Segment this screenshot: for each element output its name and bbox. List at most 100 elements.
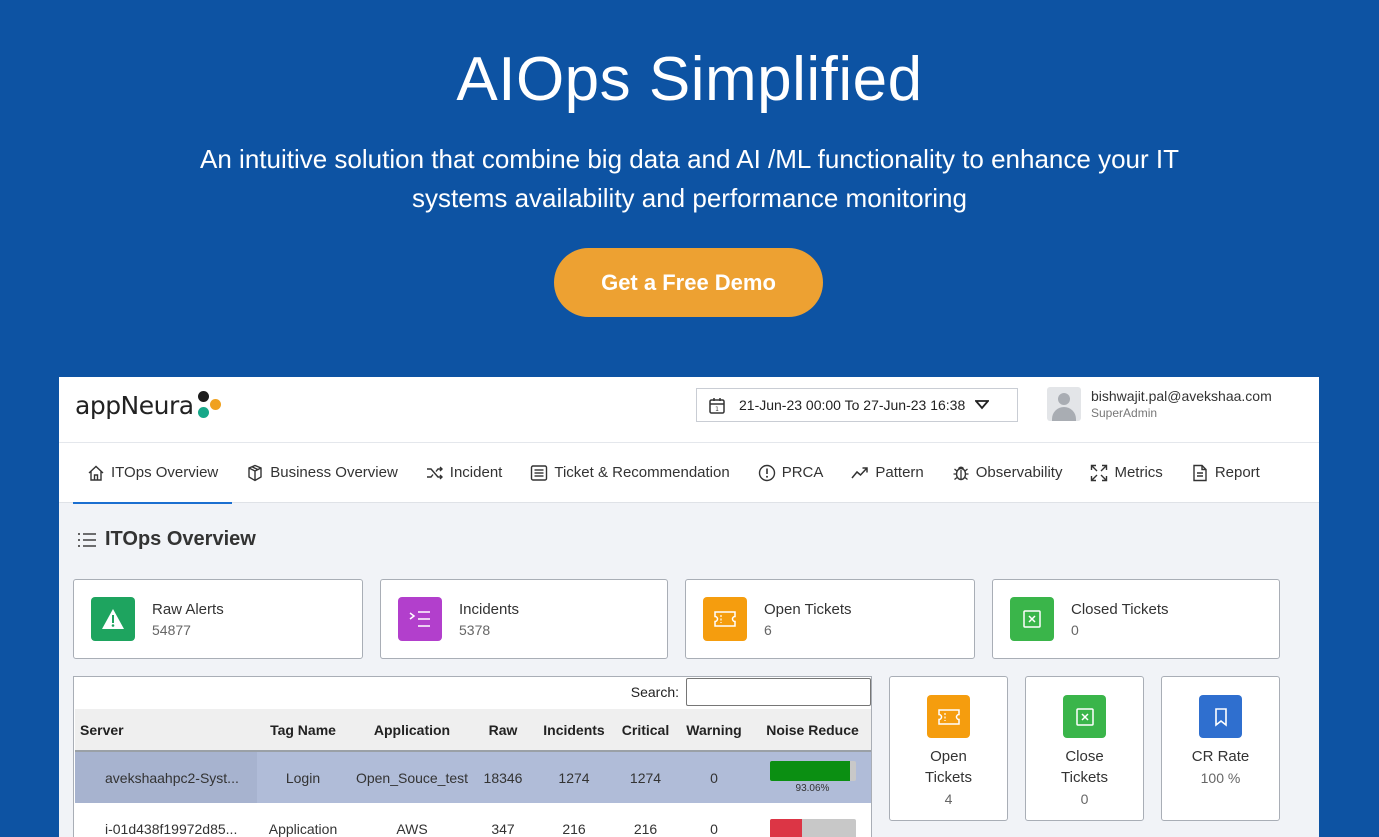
mini-card-close-tickets[interactable]: Close Tickets 0 bbox=[1025, 676, 1144, 821]
close-box-icon bbox=[1063, 695, 1106, 738]
stat-value: 5378 bbox=[459, 621, 491, 638]
tab-label: PRCA bbox=[781, 464, 824, 481]
main-nav: ITOps Overview Business Overview Inciden… bbox=[59, 443, 1319, 504]
top-bar: appNeura 1 21-Jun-23 00:00 To 27-Jun-23 … bbox=[59, 377, 1319, 443]
cell-application: Open_Souce_test bbox=[349, 751, 475, 803]
table-row[interactable]: avekshaahpc2-Syst... Login Open_Souce_te… bbox=[75, 751, 871, 803]
stat-value: 54877 bbox=[152, 621, 191, 638]
logo[interactable]: appNeura bbox=[75, 389, 226, 421]
svg-text:1: 1 bbox=[715, 406, 719, 413]
stat-card-incidents[interactable]: Incidents 5378 bbox=[380, 579, 668, 659]
mini-card-open-tickets[interactable]: Open Tickets 4 bbox=[889, 676, 1008, 821]
tab-prca[interactable]: PRCA bbox=[744, 443, 838, 503]
stat-label: Raw Alerts bbox=[152, 600, 224, 618]
cell-tag: Application bbox=[268, 821, 338, 837]
tab-label: Incident bbox=[449, 464, 503, 481]
stat-card-raw-alerts[interactable]: Raw Alerts 54877 bbox=[73, 579, 363, 659]
tab-itops-overview[interactable]: ITOps Overview bbox=[73, 443, 233, 504]
stat-card-open-tickets[interactable]: Open Tickets 6 bbox=[685, 579, 975, 659]
logo-dots-icon bbox=[196, 389, 226, 421]
bookmark-icon bbox=[1199, 695, 1242, 738]
cell-raw: 18346 bbox=[475, 751, 531, 803]
file-icon bbox=[1193, 464, 1207, 481]
list-bullets-icon bbox=[78, 532, 96, 547]
tab-label: Pattern bbox=[875, 464, 924, 481]
mini-label: Close bbox=[1065, 748, 1104, 765]
noise-progress-bar bbox=[769, 819, 856, 837]
mini-card-cr-rate[interactable]: CR Rate 100 % bbox=[1161, 676, 1280, 821]
search-input[interactable] bbox=[686, 678, 871, 706]
table-search: Search: bbox=[631, 678, 871, 706]
cell-server: avekshaahpc2-Syst... bbox=[75, 751, 257, 803]
tab-report[interactable]: Report bbox=[1177, 443, 1274, 503]
tab-ticket-recommendation[interactable]: Ticket & Recommendation bbox=[516, 443, 743, 503]
mini-value: 100 % bbox=[1200, 770, 1241, 786]
tab-incident[interactable]: Incident bbox=[412, 443, 517, 503]
home-icon bbox=[88, 465, 104, 481]
column-header-server[interactable]: Server bbox=[75, 709, 257, 752]
ticket-icon bbox=[927, 695, 970, 738]
stat-card-closed-tickets[interactable]: Closed Tickets 0 bbox=[992, 579, 1280, 659]
noise-progress-fill bbox=[769, 761, 850, 781]
box-icon bbox=[248, 464, 262, 481]
noise-progress-fill bbox=[769, 819, 803, 837]
stat-label: Closed Tickets bbox=[1071, 600, 1169, 618]
tab-label: Business Overview bbox=[270, 464, 398, 481]
expand-icon bbox=[1091, 464, 1108, 481]
tab-metrics[interactable]: Metrics bbox=[1076, 443, 1176, 503]
column-header-critical[interactable]: Critical bbox=[617, 709, 674, 752]
mini-label: Open bbox=[930, 748, 967, 765]
column-header-incidents[interactable]: Incidents bbox=[531, 709, 617, 752]
tab-label: Ticket & Recommendation bbox=[554, 464, 730, 481]
stat-label: Open Tickets bbox=[764, 600, 852, 618]
cell-critical: 1274 bbox=[617, 751, 674, 803]
avatar bbox=[1047, 387, 1081, 421]
cell-critical: 216 bbox=[633, 821, 658, 837]
logo-text: appNeura bbox=[75, 390, 194, 420]
cell-incidents: 216 bbox=[562, 821, 586, 837]
caret-down-icon bbox=[975, 400, 990, 410]
column-header-application[interactable]: Application bbox=[349, 709, 475, 752]
stat-value: 6 bbox=[764, 621, 772, 638]
tab-label: Metrics bbox=[1114, 464, 1163, 481]
noise-percent: 93.06% bbox=[795, 783, 830, 794]
date-range-text: 21-Jun-23 00:00 To 27-Jun-23 16:38 bbox=[739, 397, 966, 413]
app-preview: appNeura 1 21-Jun-23 00:00 To 27-Jun-23 … bbox=[59, 377, 1319, 837]
tab-business-overview[interactable]: Business Overview bbox=[232, 443, 412, 503]
column-header-raw[interactable]: Raw bbox=[475, 709, 531, 752]
get-free-demo-button[interactable]: Get a Free Demo bbox=[554, 248, 823, 317]
cell-raw: 347 bbox=[491, 821, 515, 837]
hero-title: AIOps Simplified bbox=[456, 45, 923, 114]
ticket-icon bbox=[703, 597, 747, 641]
cell-noise-reduce bbox=[754, 803, 871, 837]
cell-warning: 0 bbox=[674, 751, 754, 803]
column-header-tag-name[interactable]: Tag Name bbox=[257, 709, 349, 752]
close-box-icon bbox=[1010, 597, 1054, 641]
column-header-warning[interactable]: Warning bbox=[674, 709, 754, 752]
section-title: ITOps Overview bbox=[77, 528, 256, 551]
section-title-text: ITOps Overview bbox=[105, 528, 256, 550]
search-label: Search: bbox=[630, 684, 679, 700]
date-range-picker[interactable]: 1 21-Jun-23 00:00 To 27-Jun-23 16:38 bbox=[696, 388, 1018, 422]
cell-incidents: 1274 bbox=[531, 751, 617, 803]
cell-warning: 0 bbox=[710, 821, 718, 837]
user-menu[interactable]: bishwajit.pal@avekshaa.com SuperAdmin bbox=[1047, 387, 1272, 421]
hero-subtitle: An intuitive solution that combine big d… bbox=[200, 144, 1179, 213]
stat-label: Incidents bbox=[459, 600, 520, 618]
table-row[interactable]: i-01d438f19972d85... Application AWS 347… bbox=[75, 803, 871, 837]
tab-pattern[interactable]: Pattern bbox=[837, 443, 937, 503]
list-icon bbox=[531, 464, 548, 481]
bug-icon bbox=[953, 466, 969, 480]
shuffle-icon bbox=[426, 466, 443, 479]
calendar-icon: 1 bbox=[709, 397, 725, 414]
cell-application: AWS bbox=[396, 821, 428, 837]
trend-icon bbox=[851, 466, 869, 478]
warning-icon bbox=[91, 597, 135, 641]
column-header-noise-reduce[interactable]: Noise Reduce bbox=[754, 709, 871, 752]
alert-circle-icon bbox=[758, 464, 775, 481]
mini-value: 0 bbox=[1080, 791, 1089, 807]
tab-observability[interactable]: Observability bbox=[938, 443, 1077, 503]
cell-tag: Login bbox=[257, 751, 349, 803]
noise-progress-bar bbox=[769, 761, 856, 781]
list-arrow-icon bbox=[398, 597, 442, 641]
